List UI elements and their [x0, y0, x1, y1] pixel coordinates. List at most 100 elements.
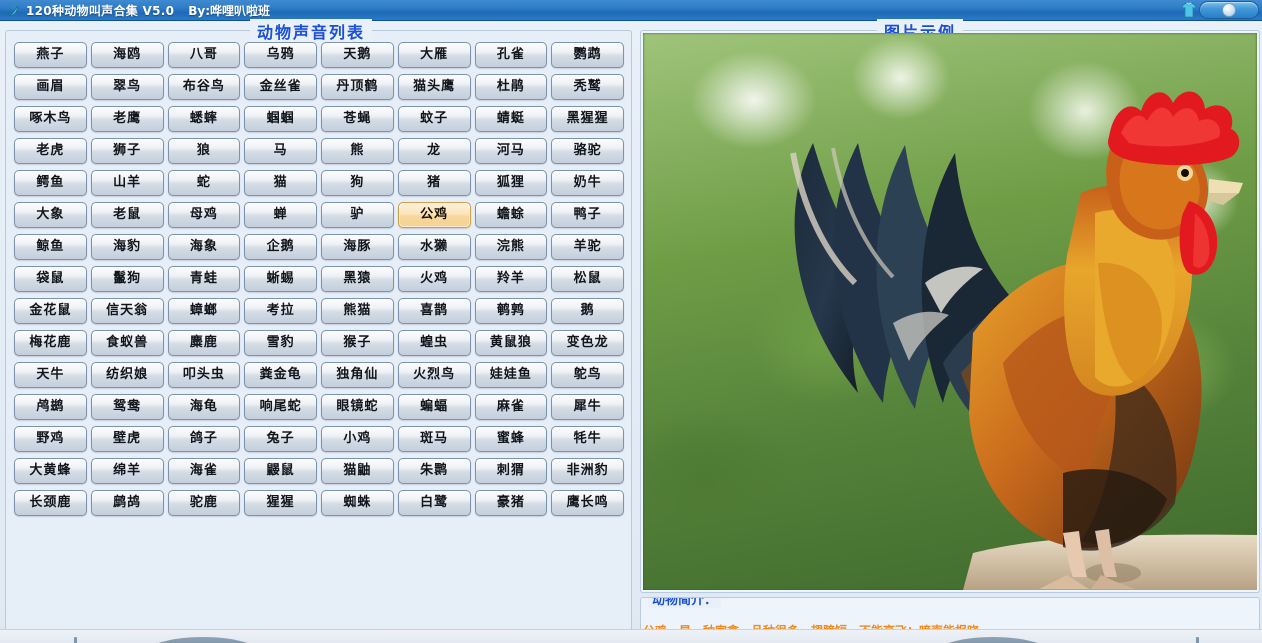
- animal-button[interactable]: 蜥蜴: [244, 266, 317, 292]
- animal-button[interactable]: 牦牛: [551, 426, 624, 452]
- animal-button[interactable]: 黑猩猩: [551, 106, 624, 132]
- animal-button[interactable]: 信天翁: [91, 298, 164, 324]
- animal-button[interactable]: 鸭子: [551, 202, 624, 228]
- animal-button[interactable]: 大雁: [398, 42, 471, 68]
- animal-button[interactable]: 蝗虫: [398, 330, 471, 356]
- animal-button[interactable]: 纺织娘: [91, 362, 164, 388]
- animal-button[interactable]: 苍蝇: [321, 106, 394, 132]
- animal-button[interactable]: 画眉: [14, 74, 87, 100]
- animal-button[interactable]: 乌鸦: [244, 42, 317, 68]
- toolbar-control-right[interactable]: [928, 637, 1058, 643]
- animal-button[interactable]: 猫头鹰: [398, 74, 471, 100]
- animal-button[interactable]: 浣熊: [475, 234, 548, 260]
- animal-button[interactable]: 娃娃鱼: [475, 362, 548, 388]
- animal-button[interactable]: 老鼠: [91, 202, 164, 228]
- animal-button[interactable]: 金丝雀: [244, 74, 317, 100]
- animal-button[interactable]: 蟑螂: [168, 298, 241, 324]
- animal-button[interactable]: 海雀: [168, 458, 241, 484]
- animal-button[interactable]: 公鸡: [398, 202, 471, 228]
- animal-button[interactable]: 翠鸟: [91, 74, 164, 100]
- animal-button[interactable]: 猩猩: [244, 490, 317, 516]
- animal-button[interactable]: 天牛: [14, 362, 87, 388]
- animal-button[interactable]: 海豚: [321, 234, 394, 260]
- animal-button[interactable]: 老虎: [14, 138, 87, 164]
- animal-button[interactable]: 驴: [321, 202, 394, 228]
- animal-button[interactable]: 野鸡: [14, 426, 87, 452]
- animal-button[interactable]: 海鸥: [91, 42, 164, 68]
- animal-button[interactable]: 布谷鸟: [168, 74, 241, 100]
- animal-button[interactable]: 食蚁兽: [91, 330, 164, 356]
- animal-button[interactable]: 小鸡: [321, 426, 394, 452]
- animal-button[interactable]: 喜鹊: [398, 298, 471, 324]
- animal-button[interactable]: 丹顶鹤: [321, 74, 394, 100]
- animal-button[interactable]: 麻雀: [475, 394, 548, 420]
- animal-button[interactable]: 狮子: [91, 138, 164, 164]
- animal-button[interactable]: 青蛙: [168, 266, 241, 292]
- window-toggle-control[interactable]: [1199, 1, 1259, 19]
- animal-button[interactable]: 海象: [168, 234, 241, 260]
- animal-button[interactable]: 八哥: [168, 42, 241, 68]
- animal-button[interactable]: 蜜蜂: [475, 426, 548, 452]
- animal-button[interactable]: 狐狸: [475, 170, 548, 196]
- animal-button[interactable]: 眼镜蛇: [321, 394, 394, 420]
- animal-button[interactable]: 鹦鹉: [551, 42, 624, 68]
- animal-button[interactable]: 骆驼: [551, 138, 624, 164]
- animal-button[interactable]: 鸽子: [168, 426, 241, 452]
- animal-button[interactable]: 鲸鱼: [14, 234, 87, 260]
- animal-button[interactable]: 梅花鹿: [14, 330, 87, 356]
- animal-button[interactable]: 海豹: [91, 234, 164, 260]
- animal-button[interactable]: 长颈鹿: [14, 490, 87, 516]
- animal-button[interactable]: 大象: [14, 202, 87, 228]
- animal-button[interactable]: 鳄鱼: [14, 170, 87, 196]
- animal-button[interactable]: 猫鼬: [321, 458, 394, 484]
- animal-button[interactable]: 秃鹫: [551, 74, 624, 100]
- animal-button[interactable]: 蝉: [244, 202, 317, 228]
- animal-button[interactable]: 马: [244, 138, 317, 164]
- animal-button[interactable]: 猫: [244, 170, 317, 196]
- animal-button[interactable]: 企鹅: [244, 234, 317, 260]
- animal-button[interactable]: 火烈鸟: [398, 362, 471, 388]
- animal-button[interactable]: 河马: [475, 138, 548, 164]
- animal-button[interactable]: 羊驼: [551, 234, 624, 260]
- animal-button[interactable]: 猪: [398, 170, 471, 196]
- shirt-icon[interactable]: [1181, 2, 1197, 19]
- animal-button[interactable]: 鹌鹑: [475, 298, 548, 324]
- animal-button[interactable]: 山羊: [91, 170, 164, 196]
- animal-button[interactable]: 老鹰: [91, 106, 164, 132]
- animal-button[interactable]: 鼹鼠: [244, 458, 317, 484]
- animal-button[interactable]: 金花鼠: [14, 298, 87, 324]
- animal-button[interactable]: 蟾蜍: [475, 202, 548, 228]
- animal-button[interactable]: 斑马: [398, 426, 471, 452]
- animal-button[interactable]: 袋鼠: [14, 266, 87, 292]
- animal-button[interactable]: 啄木鸟: [14, 106, 87, 132]
- animal-button[interactable]: 豪猪: [475, 490, 548, 516]
- animal-button[interactable]: 鸵鸟: [551, 362, 624, 388]
- animal-button[interactable]: 粪金龟: [244, 362, 317, 388]
- animal-button[interactable]: 鸳鸯: [91, 394, 164, 420]
- animal-button[interactable]: 独角仙: [321, 362, 394, 388]
- animal-button[interactable]: 变色龙: [551, 330, 624, 356]
- animal-button[interactable]: 母鸡: [168, 202, 241, 228]
- animal-button[interactable]: 雪豹: [244, 330, 317, 356]
- animal-button[interactable]: 白鹭: [398, 490, 471, 516]
- animal-button[interactable]: 熊: [321, 138, 394, 164]
- animal-button[interactable]: 燕子: [14, 42, 87, 68]
- animal-button[interactable]: 龙: [398, 138, 471, 164]
- animal-button[interactable]: 蟋蟀: [168, 106, 241, 132]
- animal-button[interactable]: 大黄蜂: [14, 458, 87, 484]
- animal-button[interactable]: 兔子: [244, 426, 317, 452]
- animal-button[interactable]: 鬣狗: [91, 266, 164, 292]
- animal-button[interactable]: 叩头虫: [168, 362, 241, 388]
- animal-button[interactable]: 蚊子: [398, 106, 471, 132]
- animal-button[interactable]: 黑猿: [321, 266, 394, 292]
- animal-button[interactable]: 麋鹿: [168, 330, 241, 356]
- animal-button[interactable]: 朱鹮: [398, 458, 471, 484]
- animal-button[interactable]: 犀牛: [551, 394, 624, 420]
- animal-button[interactable]: 刺猬: [475, 458, 548, 484]
- animal-button[interactable]: 奶牛: [551, 170, 624, 196]
- animal-button[interactable]: 响尾蛇: [244, 394, 317, 420]
- animal-button[interactable]: 海龟: [168, 394, 241, 420]
- animal-button[interactable]: 松鼠: [551, 266, 624, 292]
- animal-button[interactable]: 壁虎: [91, 426, 164, 452]
- animal-button[interactable]: 鸬鹚: [14, 394, 87, 420]
